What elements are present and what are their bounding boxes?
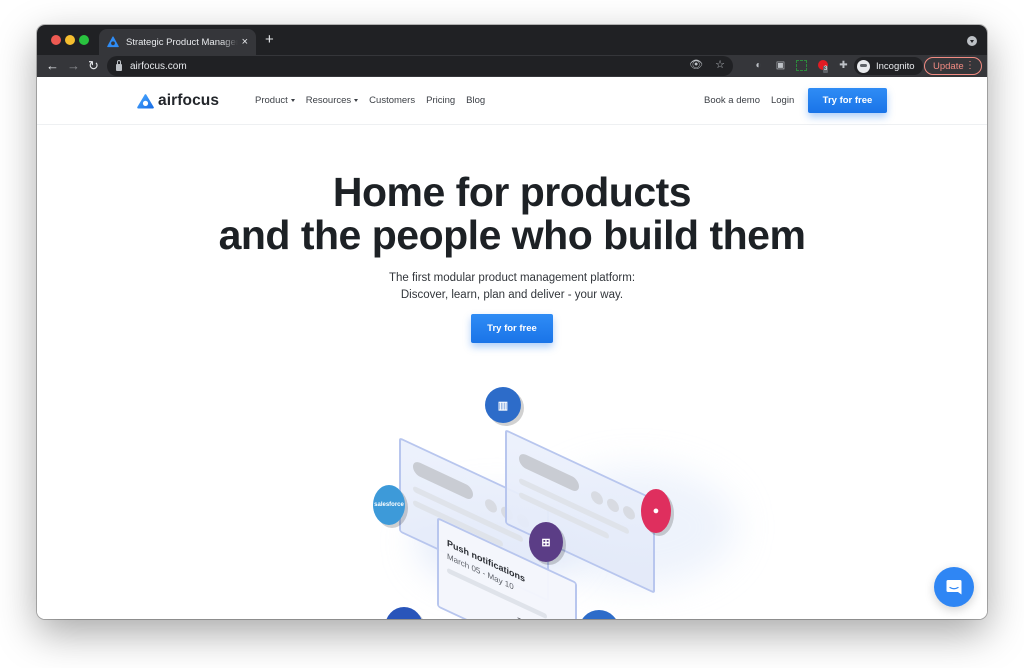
hero-title-line-1: Home for products [332, 169, 692, 215]
hero-title-line-2: and the people who build them [218, 212, 806, 258]
eye-slash-icon[interactable]: 👁︎ [689, 58, 703, 71]
book-demo-link[interactable]: Book a demo [704, 95, 760, 106]
web-page: airfocus Product Resources Customers Pri… [37, 77, 987, 619]
secondary-menu: Book a demo Login [704, 95, 794, 106]
main-menu: Product Resources Customers Pricing Blog [255, 95, 485, 106]
menu-item-label: Resources [305, 95, 352, 106]
maximize-window-button[interactable] [79, 35, 89, 45]
jira-icon: ◆ [385, 607, 423, 619]
new-tab-button[interactable]: + [265, 31, 274, 48]
more-menu-icon[interactable]: ⋮ [965, 59, 975, 73]
asana-icon: ● [641, 489, 671, 533]
hero-subtitle-line-1: The first modular product management pla… [388, 272, 636, 284]
lock-icon [116, 60, 122, 71]
incognito-profile-button[interactable]: Incognito [854, 57, 923, 75]
update-button[interactable]: Update ⋮ [924, 57, 982, 75]
vpn-extension-icon[interactable]: ◐ [752, 59, 765, 72]
teams-icon: ⊞ [529, 522, 563, 562]
menu-item-customers[interactable]: Customers [369, 95, 415, 106]
menu-item-product[interactable]: Product [255, 95, 295, 106]
address-bar[interactable]: airfocus.com 👁︎ ☆ [107, 56, 733, 76]
chat-bubble-icon [946, 580, 962, 595]
tab-search-icon[interactable] [967, 36, 977, 46]
intercom-icon: ▥ [485, 387, 521, 423]
salesforce-icon: salesforce [373, 485, 405, 525]
site-header: airfocus Product Resources Customers Pri… [37, 77, 987, 125]
airfocus-logo-icon [137, 93, 154, 108]
tab-strip: Strategic Product Management × + [37, 25, 987, 55]
tab-title: Strategic Product Management [126, 36, 238, 48]
camera-extension-icon[interactable]: ▣ [774, 59, 787, 72]
menu-item-pricing[interactable]: Pricing [426, 95, 455, 106]
caret-down-icon [354, 99, 359, 102]
browser-window: Strategic Product Management × + ← → ↻ a… [37, 25, 987, 619]
update-label: Update [933, 60, 964, 72]
placeholder-dot [623, 504, 635, 522]
logo-text: airfocus [158, 92, 220, 109]
hero-illustration: ▥ salesforce ● ⊞ Push notifications Marc… [357, 377, 757, 619]
site-logo[interactable]: airfocus [137, 92, 219, 110]
placeholder-dot [591, 489, 603, 507]
url-text[interactable]: airfocus.com [130, 61, 187, 72]
extension-badge: 3 [823, 66, 829, 73]
forward-button[interactable]: → [67, 58, 80, 74]
placeholder-dot [485, 497, 497, 515]
reload-button[interactable]: ↻ [88, 58, 99, 74]
profile-label: Incognito [876, 60, 915, 72]
menu-item-resources[interactable]: Resources [305, 95, 359, 106]
browser-toolbar: ← → ↻ airfocus.com 👁︎ ☆ ◐ ▣ 3 ✚ Incognit… [37, 55, 987, 77]
browser-tab[interactable]: Strategic Product Management × [99, 29, 256, 55]
hero-subtitle-line-2: Discover, learn, plan and deliver - your… [400, 289, 624, 301]
hero-try-free-button[interactable]: Try for free [471, 314, 553, 343]
screen-capture-extension-icon[interactable] [796, 60, 807, 71]
back-button[interactable]: ← [46, 58, 59, 74]
thumbs-up-icon: 👍︎ [579, 610, 619, 619]
hero-subtitle: The first modular product management pla… [37, 270, 987, 304]
airfocus-logo-icon [107, 36, 119, 48]
puzzle-icon[interactable]: ✚ [837, 59, 850, 72]
menu-item-blog[interactable]: Blog [466, 95, 485, 106]
minimize-window-button[interactable] [65, 35, 75, 45]
hero-title: Home for products and the people who bui… [37, 171, 987, 257]
chat-launcher-button[interactable] [934, 567, 974, 607]
incognito-icon [857, 59, 870, 73]
tab-close-icon[interactable]: × [242, 36, 248, 48]
nav-try-free-button[interactable]: Try for free [808, 88, 887, 113]
placeholder-dot [607, 496, 619, 515]
caret-down-icon [290, 99, 295, 102]
login-link[interactable]: Login [771, 95, 794, 106]
lastpass-extension-icon[interactable]: 3 [816, 59, 829, 73]
menu-item-label: Product [255, 95, 288, 106]
star-icon[interactable]: ☆ [715, 58, 725, 71]
close-window-button[interactable] [51, 35, 61, 45]
